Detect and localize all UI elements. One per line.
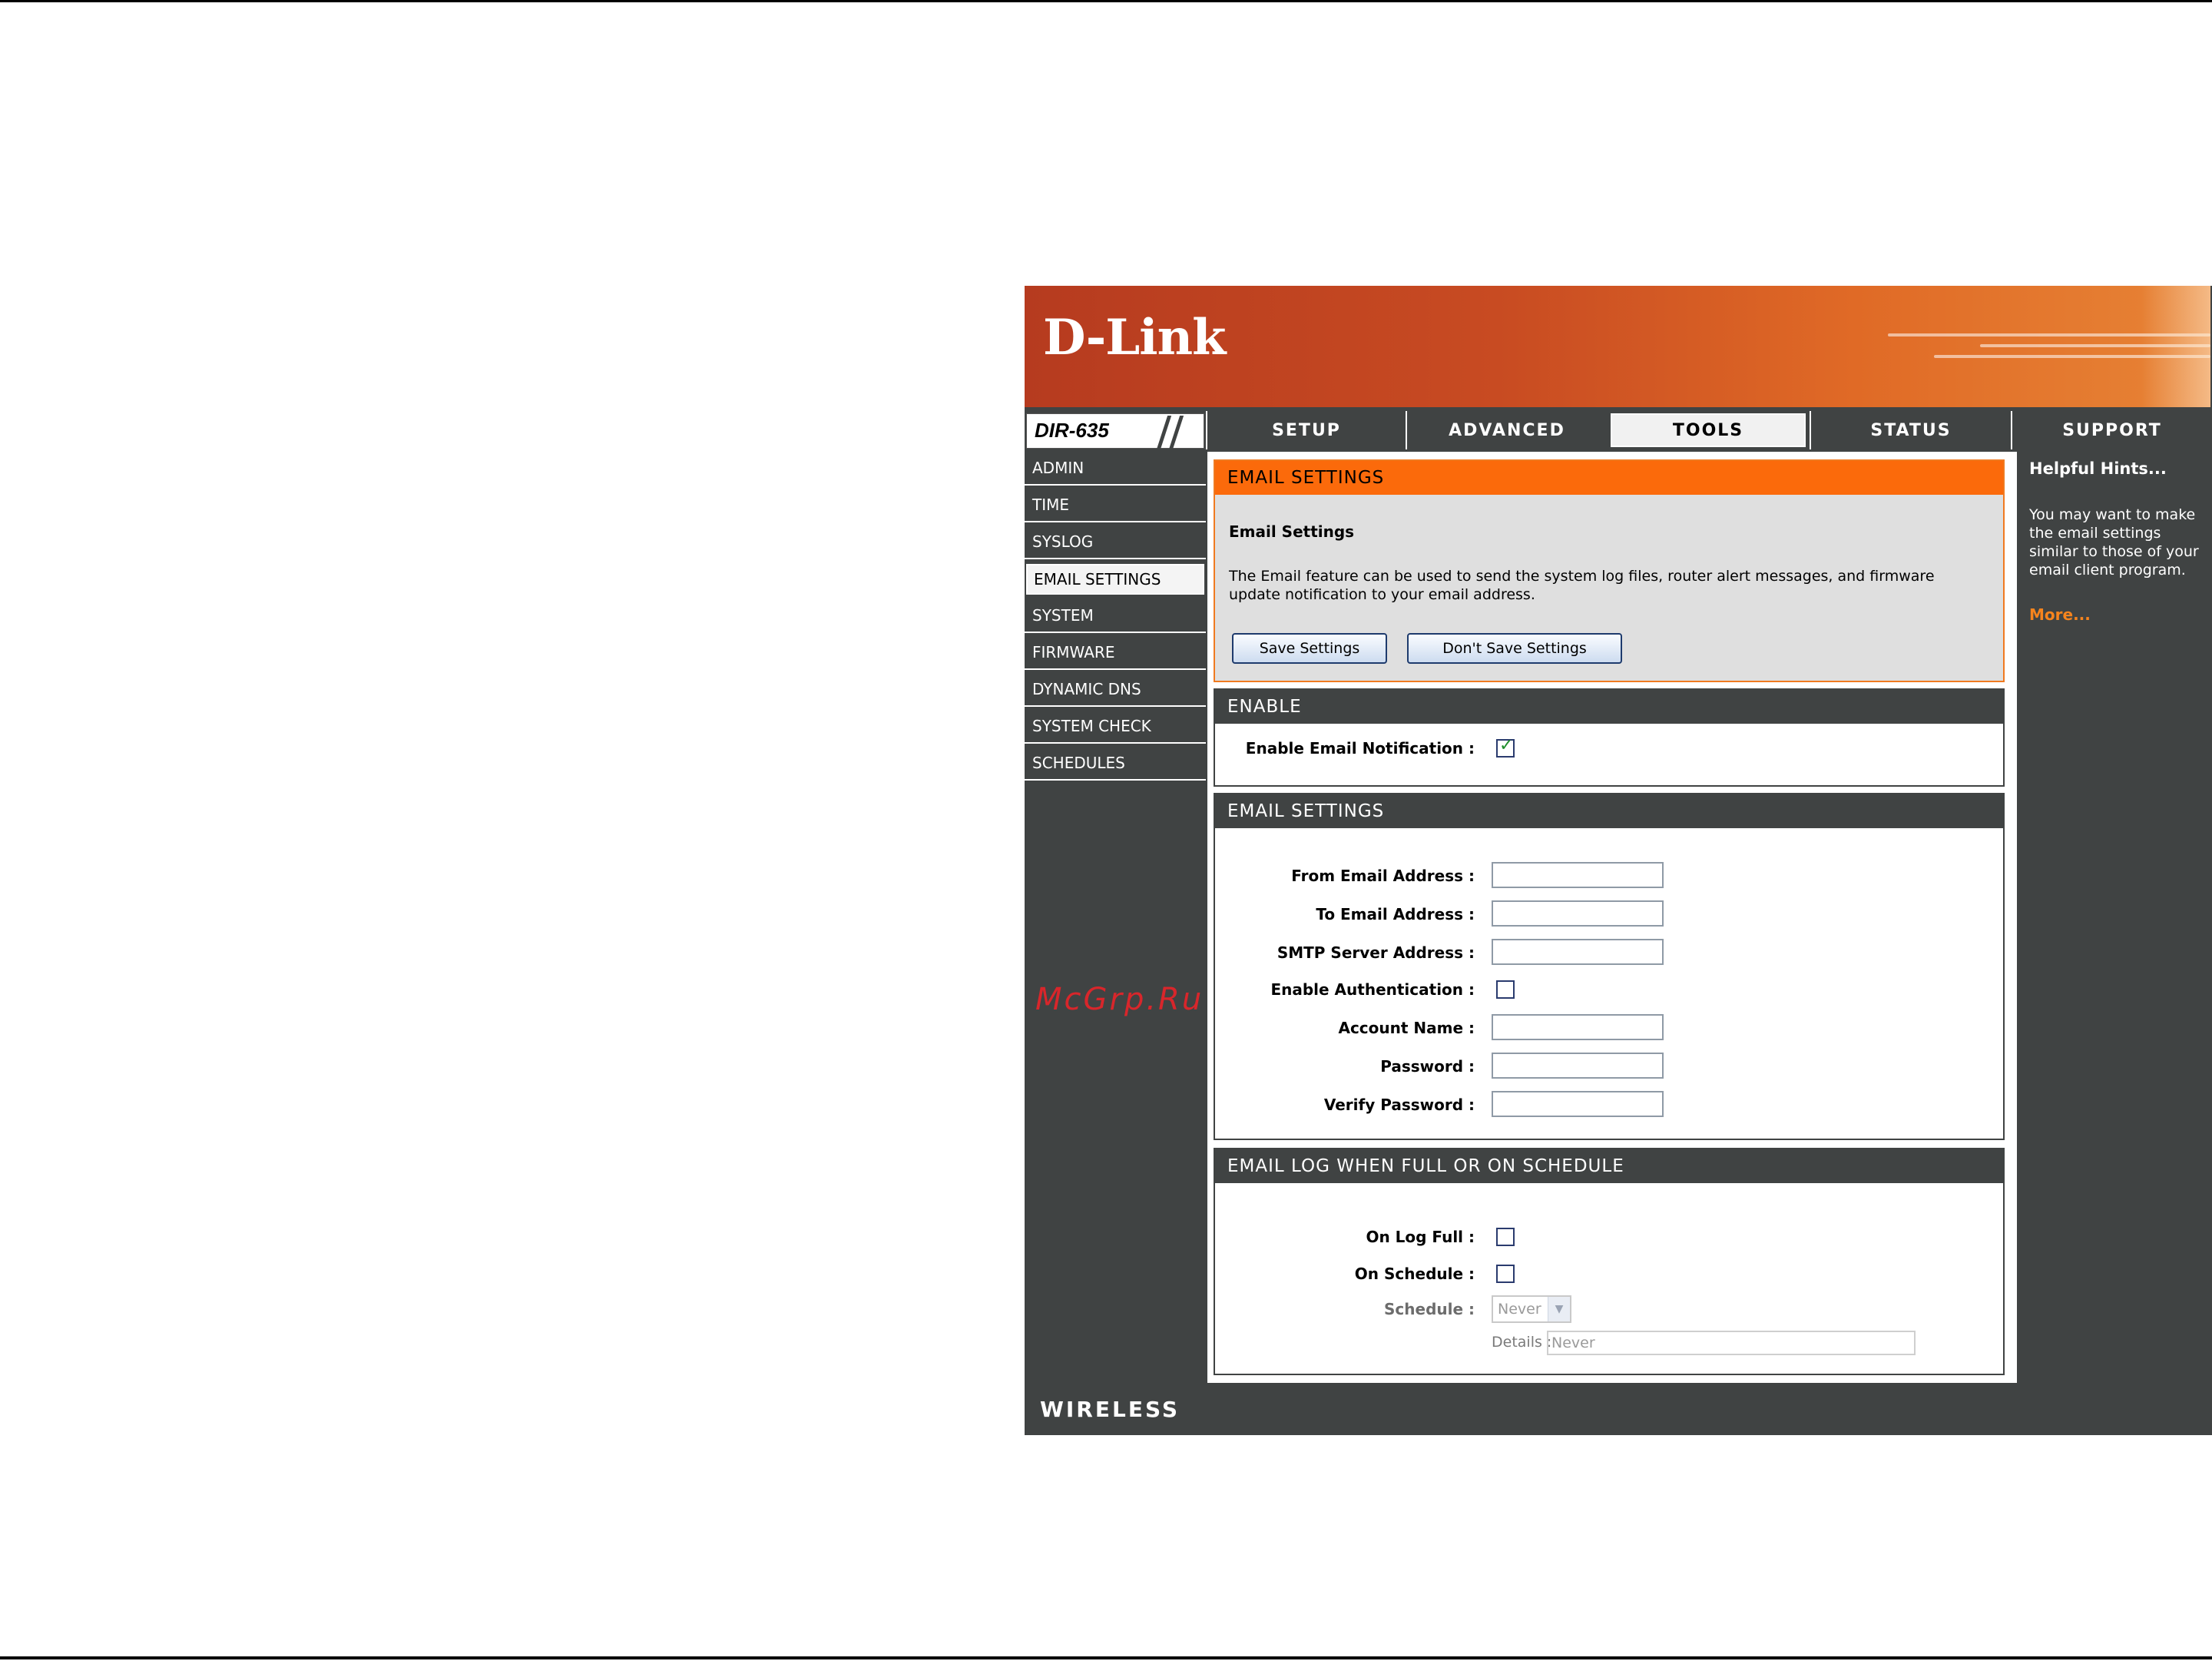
from-email-row: From Email Address : (1215, 862, 2003, 890)
footer: WIRELESS (1025, 1383, 2212, 1435)
verify-password-input[interactable] (1492, 1091, 1664, 1117)
email-settings-header: EMAIL SETTINGS (1215, 794, 2003, 828)
sidebar-item-admin[interactable]: ADMIN (1025, 452, 1206, 486)
on-log-full-label: On Log Full : (1366, 1228, 1475, 1246)
model-label: DIR-635 (1035, 419, 1109, 442)
tab-setup[interactable]: SETUP (1206, 411, 1406, 449)
intro-title: Email Settings (1229, 522, 1355, 541)
sidebar-item-firmware[interactable]: FIRMWARE (1025, 636, 1206, 670)
account-name-label: Account Name : (1338, 1019, 1475, 1037)
enable-notification-row: Enable Email Notification : ✓ (1215, 734, 2003, 762)
on-log-full-checkbox[interactable] (1496, 1228, 1515, 1246)
enable-auth-checkbox[interactable] (1496, 980, 1515, 999)
intro-panel: EMAIL SETTINGS Email Settings The Email … (1214, 459, 2005, 682)
sidebar-item-system-check[interactable]: SYSTEM CHECK (1025, 710, 1206, 744)
details-row: Details : Never (1215, 1329, 2003, 1357)
on-log-full-row: On Log Full : (1215, 1223, 2003, 1251)
schedule-select-value: Never (1498, 1301, 1541, 1318)
from-email-input[interactable] (1492, 862, 1664, 888)
account-name-input[interactable] (1492, 1014, 1664, 1040)
sidebar-item-system[interactable]: SYSTEM (1025, 599, 1206, 633)
sidebar-item-dynamic-dns[interactable]: DYNAMIC DNS (1025, 673, 1206, 707)
email-log-panel: EMAIL LOG WHEN FULL OR ON SCHEDULE On Lo… (1214, 1148, 2005, 1375)
tab-support[interactable]: SUPPORT (2011, 411, 2212, 449)
slash-icon (1168, 416, 1184, 449)
tab-tools[interactable]: TOOLS (1608, 411, 1808, 449)
enable-header: ENABLE (1215, 690, 2003, 724)
enable-notification-checkbox[interactable]: ✓ (1496, 736, 1515, 758)
schedule-row: Schedule : Never ▼ (1215, 1295, 2003, 1323)
account-name-row: Account Name : (1215, 1014, 2003, 1042)
schedule-select[interactable]: Never ▼ (1492, 1295, 1571, 1323)
hints-title: Helpful Hints... (2029, 459, 2167, 478)
top-border (0, 0, 2212, 2)
sidebar-item-time[interactable]: TIME (1025, 489, 1206, 522)
smtp-server-label: SMTP Server Address : (1277, 943, 1475, 962)
hints-body: You may want to make the email settings … (2029, 506, 2199, 579)
sidebar-item-syslog[interactable]: SYSLOG (1025, 525, 1206, 559)
on-schedule-row: On Schedule : (1215, 1260, 2003, 1288)
from-email-label: From Email Address : (1291, 867, 1475, 885)
email-settings-panel: EMAIL SETTINGS From Email Address : To E… (1214, 793, 2005, 1140)
main-nav: DIR-635 SETUP ADVANCED TOOLS STATUS SUPP… (1025, 411, 2212, 449)
email-log-header: EMAIL LOG WHEN FULL OR ON SCHEDULE (1215, 1149, 2003, 1183)
enable-auth-label: Enable Authentication : (1270, 980, 1475, 999)
verify-password-label: Verify Password : (1323, 1096, 1475, 1114)
sidebar: ADMIN TIME SYSLOG EMAIL SETTINGS SYSTEM … (1025, 452, 1206, 1017)
schedule-label: Schedule : (1384, 1300, 1475, 1318)
on-schedule-label: On Schedule : (1354, 1265, 1475, 1283)
model-badge: DIR-635 (1026, 413, 1204, 449)
more-link[interactable]: More... (2029, 605, 2091, 624)
intro-description: The Email feature can be used to send th… (1229, 568, 1935, 603)
to-email-input[interactable] (1492, 900, 1664, 927)
content-area: EMAIL SETTINGS Email Settings The Email … (1207, 452, 2017, 1397)
footer-brand: WIRELESS (1040, 1397, 1181, 1422)
slash-icon (1156, 416, 1172, 449)
smtp-server-row: SMTP Server Address : (1215, 939, 2003, 966)
sidebar-item-email-settings[interactable]: EMAIL SETTINGS (1025, 562, 1206, 596)
tab-advanced[interactable]: ADVANCED (1406, 411, 1607, 449)
router-admin-window: D-Link DIR-635 SETUP ADVANCED TOOLS STAT… (1025, 286, 2212, 1435)
details-label: Details : (1492, 1334, 1552, 1351)
enable-auth-row: Enable Authentication : (1215, 976, 2003, 1003)
password-row: Password : (1215, 1053, 2003, 1080)
password-input[interactable] (1492, 1053, 1664, 1079)
dlink-logo: D-Link (1043, 309, 1226, 366)
verify-password-row: Verify Password : (1215, 1091, 2003, 1119)
details-input[interactable]: Never (1547, 1331, 1916, 1355)
check-icon: ✓ (1499, 736, 1514, 755)
password-label: Password : (1380, 1057, 1475, 1076)
banner-wedge (2141, 286, 2210, 407)
enable-notification-label: Enable Email Notification : (1245, 739, 1475, 758)
smtp-server-input[interactable] (1492, 939, 1664, 965)
on-schedule-checkbox[interactable] (1496, 1265, 1515, 1283)
to-email-label: To Email Address : (1316, 905, 1475, 923)
enable-panel: ENABLE Enable Email Notification : ✓ (1214, 688, 2005, 787)
save-settings-button[interactable]: Save Settings (1232, 633, 1387, 664)
to-email-row: To Email Address : (1215, 900, 2003, 928)
bottom-border (0, 1656, 2212, 1659)
intro-header: EMAIL SETTINGS (1215, 461, 2003, 495)
chevron-down-icon: ▼ (1548, 1297, 1570, 1321)
sidebar-item-schedules[interactable]: SCHEDULES (1025, 747, 1206, 781)
watermark: McGrp.Ru (1035, 982, 1204, 1017)
header-banner: D-Link (1025, 286, 2210, 407)
dont-save-settings-button[interactable]: Don't Save Settings (1407, 633, 1622, 664)
tab-status[interactable]: STATUS (1810, 411, 2011, 449)
